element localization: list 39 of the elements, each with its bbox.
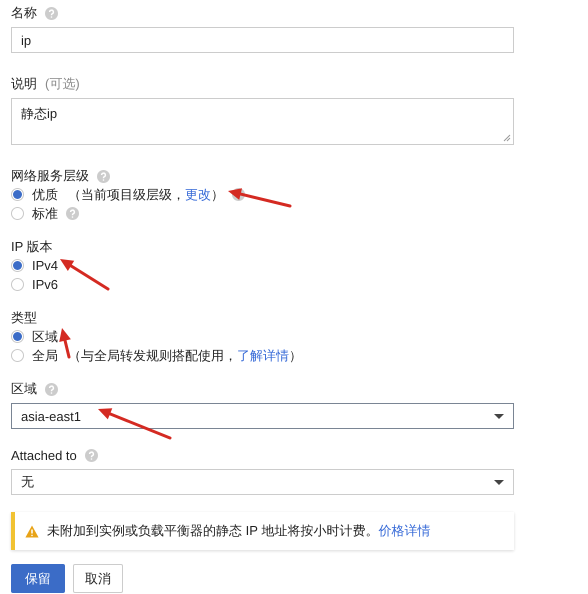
field-label: IP 版本 xyxy=(11,238,53,256)
field-label: 区域 xyxy=(11,380,37,398)
caret-icon xyxy=(494,414,504,418)
radio-button[interactable] xyxy=(11,330,24,343)
option-label[interactable]: 标准 xyxy=(32,204,58,222)
annotation-arrow xyxy=(228,188,292,208)
option-note: （当前项目级层级，更改） xyxy=(68,186,224,204)
optional-hint: (可选) xyxy=(45,75,80,93)
cancel-button[interactable]: 取消 xyxy=(73,564,123,593)
option-link[interactable]: 更改 xyxy=(185,186,211,202)
pricing-link[interactable]: 价格详情 xyxy=(378,523,430,538)
description-field[interactable]: 静态ip xyxy=(11,98,514,145)
radio-button[interactable] xyxy=(11,207,24,220)
option-link[interactable]: 了解详情 xyxy=(237,348,289,362)
warning-text: 未附加到实例或负载平衡器的静态 IP 地址将按小时计费。价格详情 xyxy=(47,522,430,540)
annotation-arrow xyxy=(59,328,71,358)
option-label[interactable]: IPv6 xyxy=(32,277,58,292)
radio-button[interactable] xyxy=(11,349,24,362)
dropdown[interactable]: 无 xyxy=(11,469,514,495)
radio-button[interactable] xyxy=(11,259,24,272)
option-label[interactable]: 优质 xyxy=(32,186,58,204)
field-label: 类型 xyxy=(11,309,37,327)
option-label[interactable]: IPv4 xyxy=(32,258,58,273)
reserve-button[interactable]: 保留 xyxy=(11,564,65,593)
option-label[interactable]: 全局 xyxy=(32,346,58,364)
field-label: 说明 xyxy=(11,75,37,93)
dropdown[interactable]: asia-east1 xyxy=(11,403,514,429)
name-field[interactable]: ip xyxy=(11,27,514,53)
warning-icon xyxy=(25,524,39,538)
field-label: 名称 xyxy=(11,4,37,22)
resize-grip-icon[interactable] xyxy=(503,134,511,142)
field-label: Attached to xyxy=(11,448,77,462)
option-label[interactable]: 区域 xyxy=(32,328,58,346)
caret-icon xyxy=(494,480,504,484)
radio-button[interactable] xyxy=(11,188,24,201)
field-label: 网络服务层级 xyxy=(11,167,89,185)
option-note: （与全局转发规则搭配使用，了解详情） xyxy=(68,346,302,364)
annotation-arrow xyxy=(60,259,110,290)
radio-button[interactable] xyxy=(11,278,24,291)
